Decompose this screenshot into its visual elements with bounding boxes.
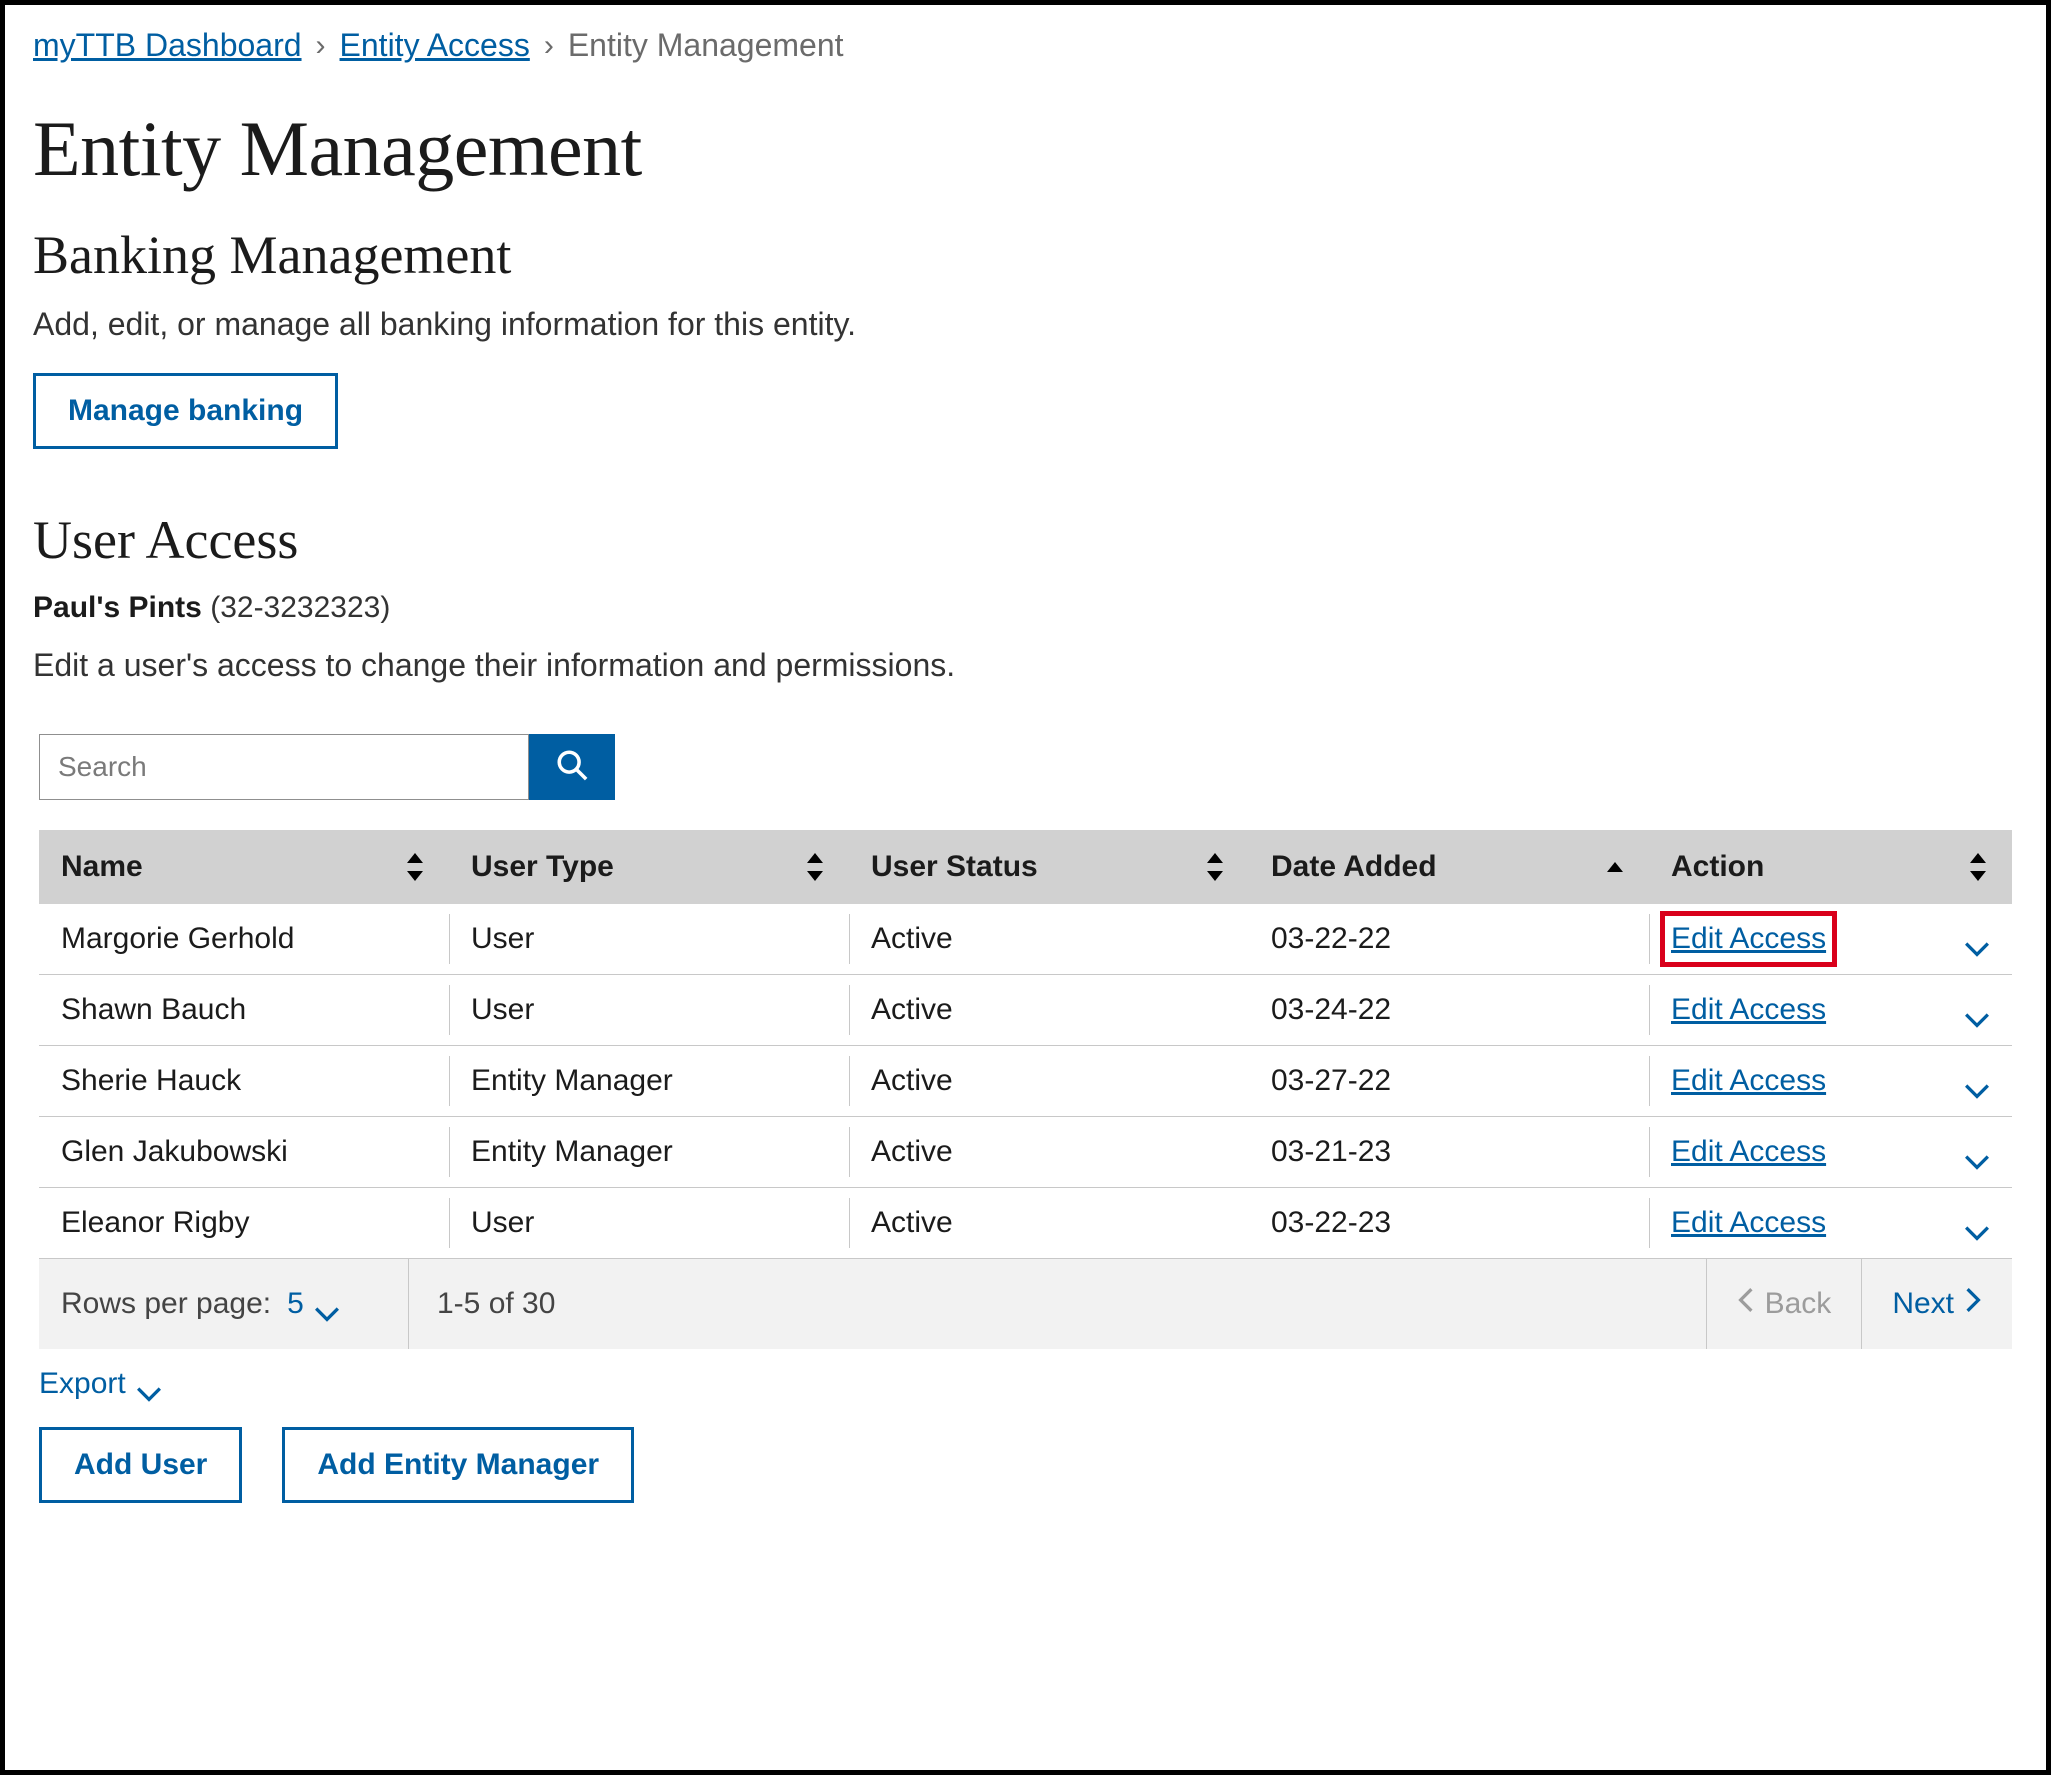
cell-name: Shawn Bauch <box>39 975 449 1046</box>
export-button[interactable]: Export <box>39 1367 2012 1401</box>
cell-action: Edit Access <box>1649 1117 2012 1188</box>
edit-access-link[interactable]: Edit Access <box>1671 1206 1826 1240</box>
cell-name: Glen Jakubowski <box>39 1117 449 1188</box>
chevron-down-icon <box>314 1296 340 1312</box>
edit-access-link[interactable]: Edit Access <box>1671 1135 1826 1169</box>
search-row <box>39 734 2012 800</box>
col-header-name-label: Name <box>61 850 143 884</box>
chevron-right-icon <box>1964 1287 1982 1321</box>
cell-action: Edit Access <box>1649 1188 2012 1259</box>
banking-description: Add, edit, or manage all banking informa… <box>33 306 2018 343</box>
table-footer: Rows per page: 5 1-5 of 30 Back Next <box>39 1259 2012 1349</box>
chevron-right-icon: › <box>544 29 554 63</box>
user-access-section: User Access Paul's Pints (32-3232323) Ed… <box>33 509 2018 1503</box>
cell-date-added: 03-22-23 <box>1249 1188 1649 1259</box>
sort-icon <box>803 853 827 881</box>
chevron-down-icon[interactable] <box>1964 1073 1990 1089</box>
col-header-date-added[interactable]: Date Added <box>1249 830 1649 904</box>
cell-action: Edit Access <box>1649 1046 2012 1117</box>
manage-banking-button[interactable]: Manage banking <box>33 373 338 449</box>
rows-per-page-value: 5 <box>287 1287 304 1321</box>
cell-user-type: Entity Manager <box>449 1117 849 1188</box>
add-user-button[interactable]: Add User <box>39 1427 242 1503</box>
entity-identity: Paul's Pints (32-3232323) <box>33 591 2018 625</box>
export-label: Export <box>39 1367 126 1401</box>
chevron-right-icon: › <box>316 29 326 63</box>
edit-access-link[interactable]: Edit Access <box>1671 993 1826 1027</box>
entity-id: (32-3232323) <box>210 591 390 624</box>
chevron-down-icon[interactable] <box>1964 1215 1990 1231</box>
chevron-left-icon <box>1737 1287 1755 1321</box>
pagination-back-button[interactable]: Back <box>1707 1259 1862 1349</box>
cell-date-added: 03-21-23 <box>1249 1117 1649 1188</box>
cell-user-type: User <box>449 975 849 1046</box>
banking-heading: Banking Management <box>33 224 2018 286</box>
cell-user-status: Active <box>849 1046 1249 1117</box>
breadcrumb: myTTB Dashboard › Entity Access › Entity… <box>33 27 2018 64</box>
cell-name: Sherie Hauck <box>39 1046 449 1117</box>
table-row: Eleanor RigbyUserActive03-22-23 Edit Acce… <box>39 1188 2012 1259</box>
page-title: Entity Management <box>33 104 2018 194</box>
cell-date-added: 03-24-22 <box>1249 975 1649 1046</box>
entity-name: Paul's Pints <box>33 591 202 624</box>
pagination-next-label: Next <box>1892 1287 1954 1321</box>
cell-user-type: User <box>449 904 849 975</box>
table-row: Shawn BauchUserActive03-24-22 Edit Access <box>39 975 2012 1046</box>
col-header-status-label: User Status <box>871 850 1038 884</box>
pagination-range: 1-5 of 30 <box>409 1287 1706 1321</box>
cell-date-added: 03-27-22 <box>1249 1046 1649 1117</box>
table-row: Sherie HauckEntity ManagerActive03-27-22… <box>39 1046 2012 1117</box>
sort-icon <box>403 853 427 881</box>
sort-icon <box>1203 853 1227 881</box>
col-header-action[interactable]: Action <box>1649 830 2012 904</box>
user-table: Name User Type User Status Date Added Ac <box>39 830 2012 1259</box>
cell-user-status: Active <box>849 904 1249 975</box>
cell-name: Margorie Gerhold <box>39 904 449 975</box>
sort-icon <box>1966 853 1990 881</box>
rows-per-page-label: Rows per page: <box>61 1287 271 1321</box>
cell-user-type: Entity Manager <box>449 1046 849 1117</box>
user-access-heading: User Access <box>33 509 2018 571</box>
table-row: Glen JakubowskiEntity ManagerActive03-21… <box>39 1117 2012 1188</box>
breadcrumb-link-entity-access[interactable]: Entity Access <box>340 27 530 64</box>
edit-access-link[interactable]: Edit Access <box>1671 922 1826 956</box>
sort-asc-icon <box>1603 853 1627 881</box>
cell-user-status: Active <box>849 975 1249 1046</box>
cell-action: Edit Access <box>1649 904 2012 975</box>
col-header-type-label: User Type <box>471 850 614 884</box>
breadcrumb-current: Entity Management <box>568 27 844 64</box>
cell-user-status: Active <box>849 1117 1249 1188</box>
pagination-next-button[interactable]: Next <box>1862 1259 2012 1349</box>
edit-access-link[interactable]: Edit Access <box>1671 1064 1826 1098</box>
user-access-description: Edit a user's access to change their inf… <box>33 647 2018 684</box>
pagination-back-label: Back <box>1765 1287 1832 1321</box>
add-entity-manager-button[interactable]: Add Entity Manager <box>282 1427 634 1503</box>
col-header-action-label: Action <box>1671 850 1764 884</box>
search-button[interactable] <box>529 734 615 800</box>
cell-date-added: 03-22-22 <box>1249 904 1649 975</box>
cell-user-type: User <box>449 1188 849 1259</box>
search-icon <box>555 748 589 787</box>
col-header-user-type[interactable]: User Type <box>449 830 849 904</box>
col-header-user-status[interactable]: User Status <box>849 830 1249 904</box>
col-header-name[interactable]: Name <box>39 830 449 904</box>
chevron-down-icon <box>136 1376 162 1392</box>
cell-action: Edit Access <box>1649 975 2012 1046</box>
chevron-down-icon[interactable] <box>1964 931 1990 947</box>
rows-per-page-select[interactable]: 5 <box>287 1287 340 1321</box>
table-row: Margorie GerholdUserActive03-22-22 Edit A… <box>39 904 2012 975</box>
banking-management-section: Banking Management Add, edit, or manage … <box>33 224 2018 449</box>
search-input[interactable] <box>39 734 529 800</box>
col-header-date-label: Date Added <box>1271 850 1437 884</box>
breadcrumb-link-dashboard[interactable]: myTTB Dashboard <box>33 27 302 64</box>
chevron-down-icon[interactable] <box>1964 1144 1990 1160</box>
cell-name: Eleanor Rigby <box>39 1188 449 1259</box>
cell-user-status: Active <box>849 1188 1249 1259</box>
chevron-down-icon[interactable] <box>1964 1002 1990 1018</box>
